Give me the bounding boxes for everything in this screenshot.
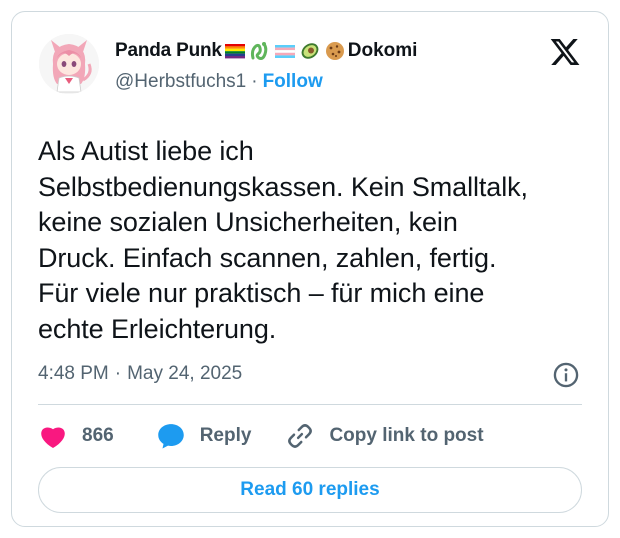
read-replies-button[interactable]: Read 60 replies [38,467,582,513]
author-name-row[interactable]: Panda Punk Dokomi [115,38,417,64]
avatar-image [39,34,99,94]
tweet-text-line: Druck. Einfach scannen, zahlen, fertig. [38,242,497,273]
divider [38,404,582,405]
tweet-actions: 866 Reply Copy link to post [38,420,484,452]
cookie-icon [325,42,344,60]
heart-icon [41,427,65,448]
read-replies-label: Read 60 replies [240,479,380,500]
tweet-text-line: Für viele nur praktisch – für mich eine [38,278,485,308]
author-emojis [224,40,346,62]
rainbow-flag-icon [224,44,245,59]
tweet-date: May 24, 2025 [127,363,243,384]
tweet-text-line: keine sozialen Unsicherheiten, kein [38,207,458,237]
speech-bubble-icon [157,424,184,449]
link-icon [288,424,313,448]
handle-separator: · [251,71,258,92]
author-handle[interactable]: @Herbstfuchs1 [115,71,246,93]
timestamp-separator: · [114,363,122,384]
avocado-icon [301,43,319,59]
follow-button[interactable]: Follow [263,71,323,93]
author-name-suffix[interactable]: Dokomi [348,40,418,62]
like-button[interactable]: 866 [38,421,114,451]
author-handle-row: @Herbstfuchs1 · Follow [115,70,323,94]
dragon-icon [250,42,268,60]
like-count: 866 [82,425,114,446]
tweet-text-line: Selbstbedienungskassen. Kein Smalltalk, [38,171,528,202]
avatar[interactable] [39,34,99,94]
tweet-card: Panda Punk Dokomi @Herbstfuchs1 · Follow… [11,11,609,527]
copy-link-button[interactable]: Copy link to post [285,421,484,451]
tweet-time: 4:48 PM [38,363,109,384]
reply-label: Reply [199,425,252,446]
transgender-flag-icon [274,45,295,58]
author-display-name[interactable]: Panda Punk [115,40,222,62]
info-icon[interactable] [552,361,580,389]
tweet-text-line: echte Erleichterung. [38,313,277,344]
reply-button[interactable]: Reply [156,421,252,451]
tweet-text: Als Autist liebe ich Selbstbedienungskas… [38,134,598,347]
tweet-timestamp[interactable]: 4:48 PM · May 24, 2025 [38,360,242,388]
copy-link-label: Copy link to post [329,425,484,446]
tweet-text-line: Als Autist liebe ich [38,136,254,166]
x-logo-icon[interactable] [548,36,582,68]
